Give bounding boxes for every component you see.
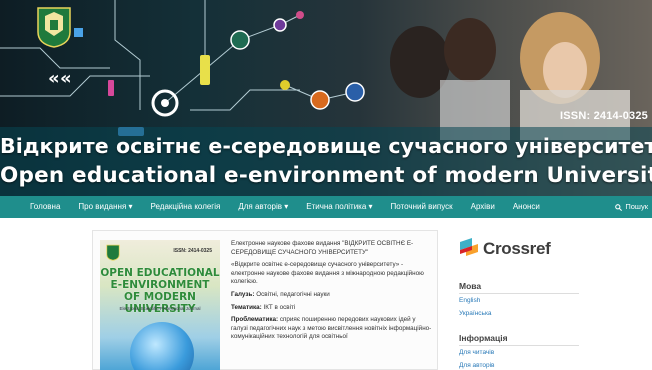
nav-about[interactable]: Про видання ▾ — [69, 196, 141, 218]
cover-title-line: OPEN EDUCATIONAL — [100, 267, 220, 279]
cover-title-line: E-ENVIRONMENT — [110, 279, 210, 291]
crossref-icon — [460, 238, 478, 256]
nav-ethics[interactable]: Етична політика ▾ — [297, 196, 381, 218]
network-node — [310, 90, 330, 110]
nav-current-issue[interactable]: Поточний випуск — [382, 196, 462, 218]
network-node — [273, 18, 287, 32]
topic-value: ІКТ в освіті — [263, 303, 296, 311]
globe-graphic — [130, 322, 194, 370]
topic-label: Тематика: — [231, 303, 262, 311]
network-node — [161, 99, 169, 107]
chevrons-icon: « — [48, 68, 60, 89]
language-ukrainian-link[interactable]: Українська — [459, 310, 492, 317]
usb-plug — [108, 80, 114, 96]
nav-for-authors[interactable]: Для авторів ▾ — [229, 196, 297, 218]
crossref-logo[interactable]: Crossref — [460, 238, 551, 260]
usb-plug — [200, 55, 210, 85]
issn-label: ISSN: 2414-0325 — [560, 110, 648, 122]
cover-subtitle: Electronic Scientific Professional Journ… — [119, 306, 201, 311]
nav-editorial-board[interactable]: Редакційна колегія — [142, 196, 230, 218]
chevrons-icon: « — [60, 68, 72, 89]
language-english-link[interactable]: English — [459, 297, 480, 304]
cover-issn: ISSN: 2414-0325 — [173, 248, 212, 254]
main-navigation: Головна Про видання ▾ Редакційна колегія… — [0, 196, 652, 218]
network-node — [280, 80, 290, 90]
nav-archives[interactable]: Архіви — [462, 196, 504, 218]
journal-problem: Проблематика: сприяє поширенню передових… — [231, 316, 434, 342]
branches-value: Освітні, педагогічні науки — [256, 290, 330, 298]
network-node — [230, 30, 250, 50]
journal-branches: Галузь: Освітні, педагогічні науки — [231, 291, 434, 300]
problem-label: Проблематика: — [231, 316, 279, 324]
site-title-en: Open educational e-environment of modern… — [0, 163, 652, 188]
nav-announcements[interactable]: Анонси — [504, 196, 549, 218]
network-node — [296, 11, 304, 19]
branches-label: Галузь: — [231, 290, 255, 298]
divider — [459, 345, 579, 346]
person-silhouette — [543, 42, 587, 98]
search-icon — [615, 203, 623, 211]
journal-cover-image[interactable]: ISSN: 2414-0325 OPEN EDUCATIONAL E-ENVIR… — [100, 240, 220, 370]
for-authors-link[interactable]: Для авторів — [459, 362, 494, 369]
cover-title-line: OF MODERN UNIVERSITY — [124, 291, 196, 315]
cover-crest-icon — [106, 244, 120, 261]
search-label: Пошук — [625, 202, 648, 211]
journal-name: Електронне наукове фахове видання "ВІДКР… — [231, 240, 414, 256]
crossref-wordmark: Crossref — [483, 239, 551, 258]
info-heading: Інформація — [459, 333, 508, 343]
journal-intro: «Відкрите освітнє е-середовище сучасного… — [231, 261, 424, 286]
journal-description: Електронне наукове фахове видання "ВІДКР… — [231, 240, 434, 346]
journal-topic: Тематика: ІКТ в освіті — [231, 304, 434, 313]
network-node — [345, 82, 365, 102]
language-heading: Мова — [459, 281, 482, 291]
person-silhouette — [444, 18, 496, 82]
header-banner: « « ISSN: 2414-0325 Відкрите освітнє е-с… — [0, 0, 652, 196]
nav-home[interactable]: Головна — [0, 196, 69, 218]
search-link[interactable]: Пошук — [615, 196, 648, 218]
site-title-ua: Відкрите освітнє е-середовище сучасного … — [0, 134, 652, 158]
sim-card-icon — [74, 28, 83, 37]
university-crest-icon — [37, 7, 71, 48]
divider — [459, 293, 579, 294]
for-readers-link[interactable]: Для читачів — [459, 349, 494, 356]
